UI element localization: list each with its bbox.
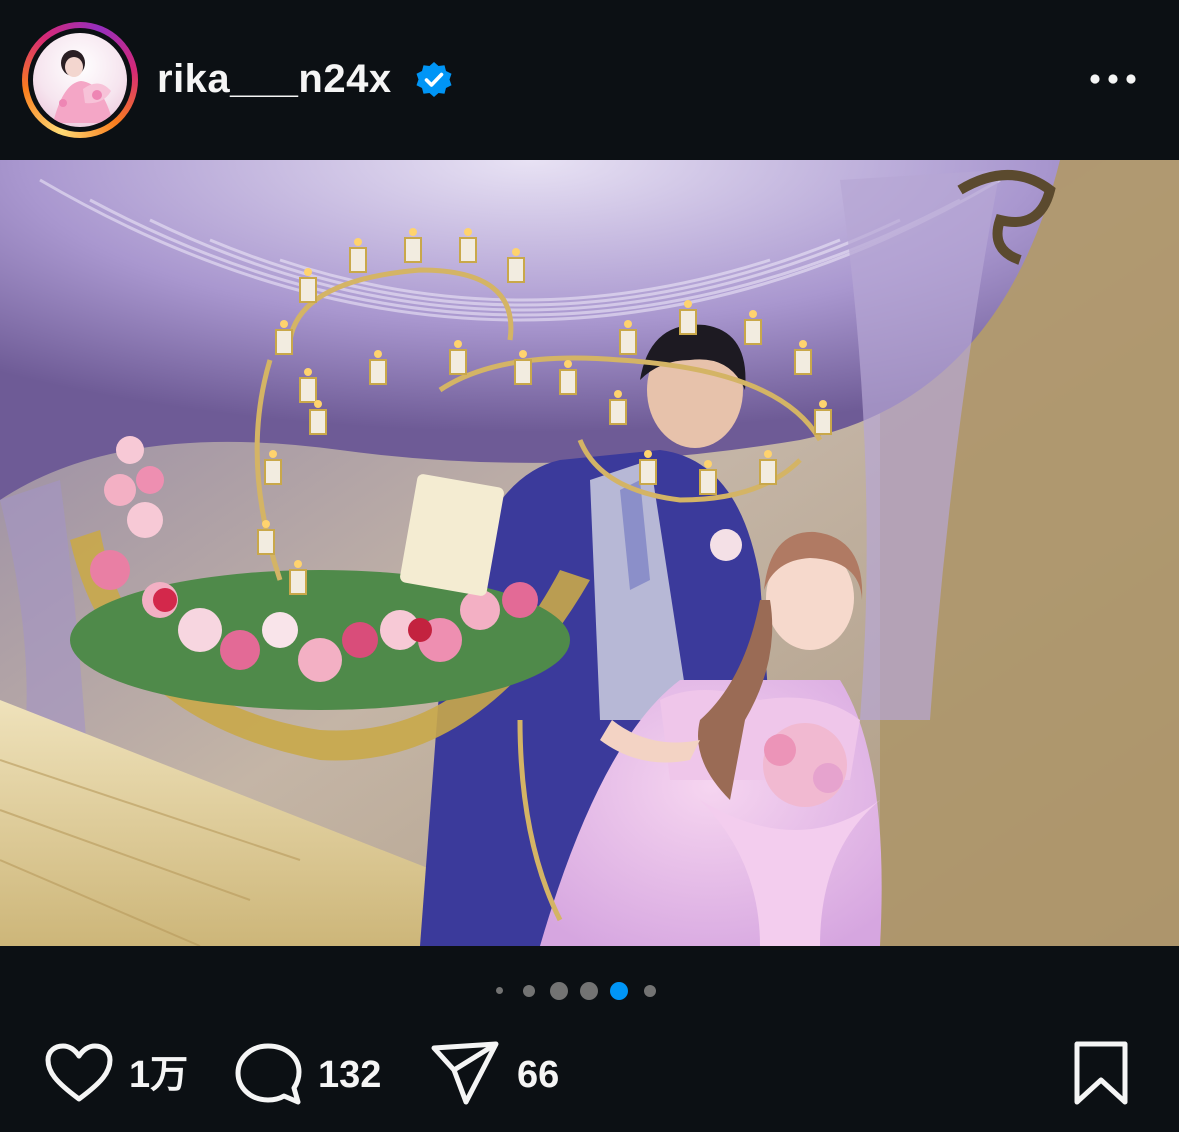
carousel-dot-active xyxy=(610,982,628,1000)
heart-icon[interactable] xyxy=(44,1042,114,1104)
carousel-dot xyxy=(580,982,598,1000)
avatar-image xyxy=(53,50,113,123)
carousel-dot xyxy=(550,982,568,1000)
more-options-icon[interactable] xyxy=(1086,62,1140,96)
action-bar: 1万 132 66 xyxy=(0,1030,1179,1120)
comment-bubble-icon[interactable] xyxy=(234,1042,302,1106)
carousel-dot xyxy=(523,985,535,997)
post-photo[interactable] xyxy=(0,160,1179,946)
post-header: rika___n24x xyxy=(0,0,1179,160)
like-count[interactable]: 1万 xyxy=(129,1052,188,1098)
username[interactable]: rika___n24x xyxy=(157,54,392,104)
share-count[interactable]: 66 xyxy=(517,1052,559,1098)
bookmark-icon[interactable] xyxy=(1072,1040,1130,1106)
carousel-indicator xyxy=(0,978,1179,1004)
carousel-dot xyxy=(496,987,503,994)
carousel-dot xyxy=(644,985,656,997)
comment-count[interactable]: 132 xyxy=(318,1052,381,1098)
wedding-photo xyxy=(0,160,1179,946)
avatar[interactable] xyxy=(33,33,127,127)
paper-plane-icon[interactable] xyxy=(430,1040,500,1106)
story-ring[interactable] xyxy=(22,22,138,138)
verified-badge-icon xyxy=(416,62,452,97)
